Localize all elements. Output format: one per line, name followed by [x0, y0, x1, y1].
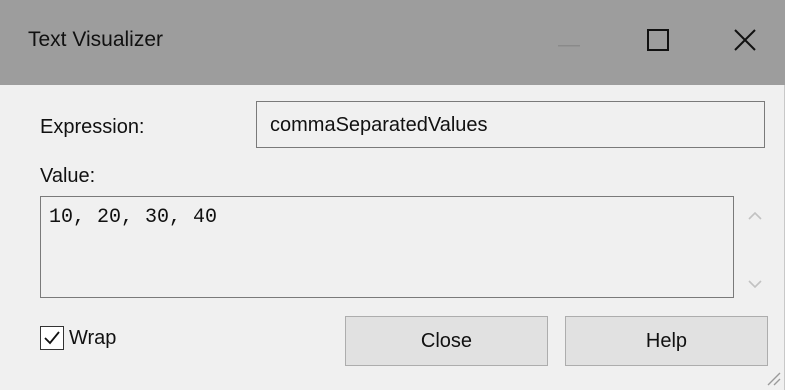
- scroll-down-icon[interactable]: [743, 272, 767, 296]
- scroll-up-icon[interactable]: [743, 204, 767, 228]
- close-button[interactable]: Close: [345, 316, 548, 366]
- value-textarea[interactable]: 10, 20, 30, 40: [40, 196, 734, 298]
- close-window-button[interactable]: [702, 0, 788, 85]
- text-visualizer-window: Text Visualizer Expression: commaSeparat…: [0, 0, 785, 390]
- window-title: Text Visualizer: [28, 28, 164, 51]
- wrap-label: Wrap: [69, 326, 117, 349]
- minimize-button[interactable]: [526, 0, 612, 85]
- value-label: Value:: [40, 165, 96, 187]
- help-button[interactable]: Help: [565, 316, 768, 366]
- maximize-button[interactable]: [615, 0, 701, 85]
- maximize-icon: [647, 28, 669, 57]
- checkmark-icon: [44, 331, 60, 345]
- wrap-option[interactable]: Wrap: [40, 326, 116, 350]
- wrap-checkbox[interactable]: [40, 326, 64, 350]
- expression-field[interactable]: commaSeparatedValues: [256, 101, 765, 148]
- close-icon: [734, 28, 756, 57]
- value-scrollbar[interactable]: [740, 196, 770, 298]
- minimize-icon: [558, 31, 580, 54]
- expression-label: Expression:: [40, 116, 145, 138]
- title-bar[interactable]: Text Visualizer: [0, 0, 785, 85]
- resize-grip-icon[interactable]: [764, 369, 782, 387]
